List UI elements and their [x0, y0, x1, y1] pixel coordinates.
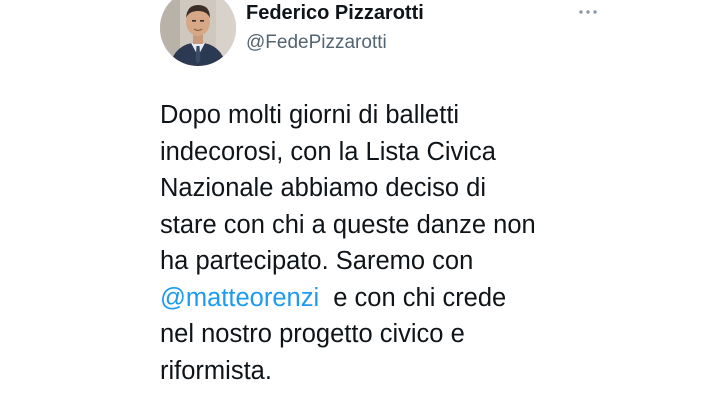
- tweet-line: indecorosi, con la Lista Civica: [160, 137, 496, 166]
- tweet-text: Dopo molti giorni di balletti indecorosi…: [160, 97, 680, 389]
- tweet-line-rest: e con chi crede: [319, 283, 507, 312]
- tweet-line: Nazionale abbiamo deciso di: [160, 174, 487, 202]
- mention-link[interactable]: @matteorenzi: [160, 284, 319, 312]
- avatar[interactable]: [160, 0, 236, 66]
- tweet-card: Federico Pizzarotti @FedePizzarotti Dopo…: [0, 0, 710, 400]
- author-handle[interactable]: @FedePizzarotti: [246, 32, 387, 54]
- profile-photo-icon: [160, 0, 236, 66]
- tweet-line: nel nostro progetto civico e: [160, 320, 465, 348]
- tweet-line: Dopo molti giorni di balletti: [160, 101, 460, 129]
- more-horizontal-icon[interactable]: [576, 4, 600, 20]
- author-display-name[interactable]: Federico Pizzarotti: [246, 2, 424, 25]
- tweet-line: riformista.: [160, 356, 272, 385]
- tweet-line-with-mention: @matteorenzi e con chi crede: [160, 280, 680, 317]
- tweet-line: ha partecipato. Saremo con: [160, 247, 474, 275]
- tweet-line: stare con chi a queste danze non: [160, 210, 536, 239]
